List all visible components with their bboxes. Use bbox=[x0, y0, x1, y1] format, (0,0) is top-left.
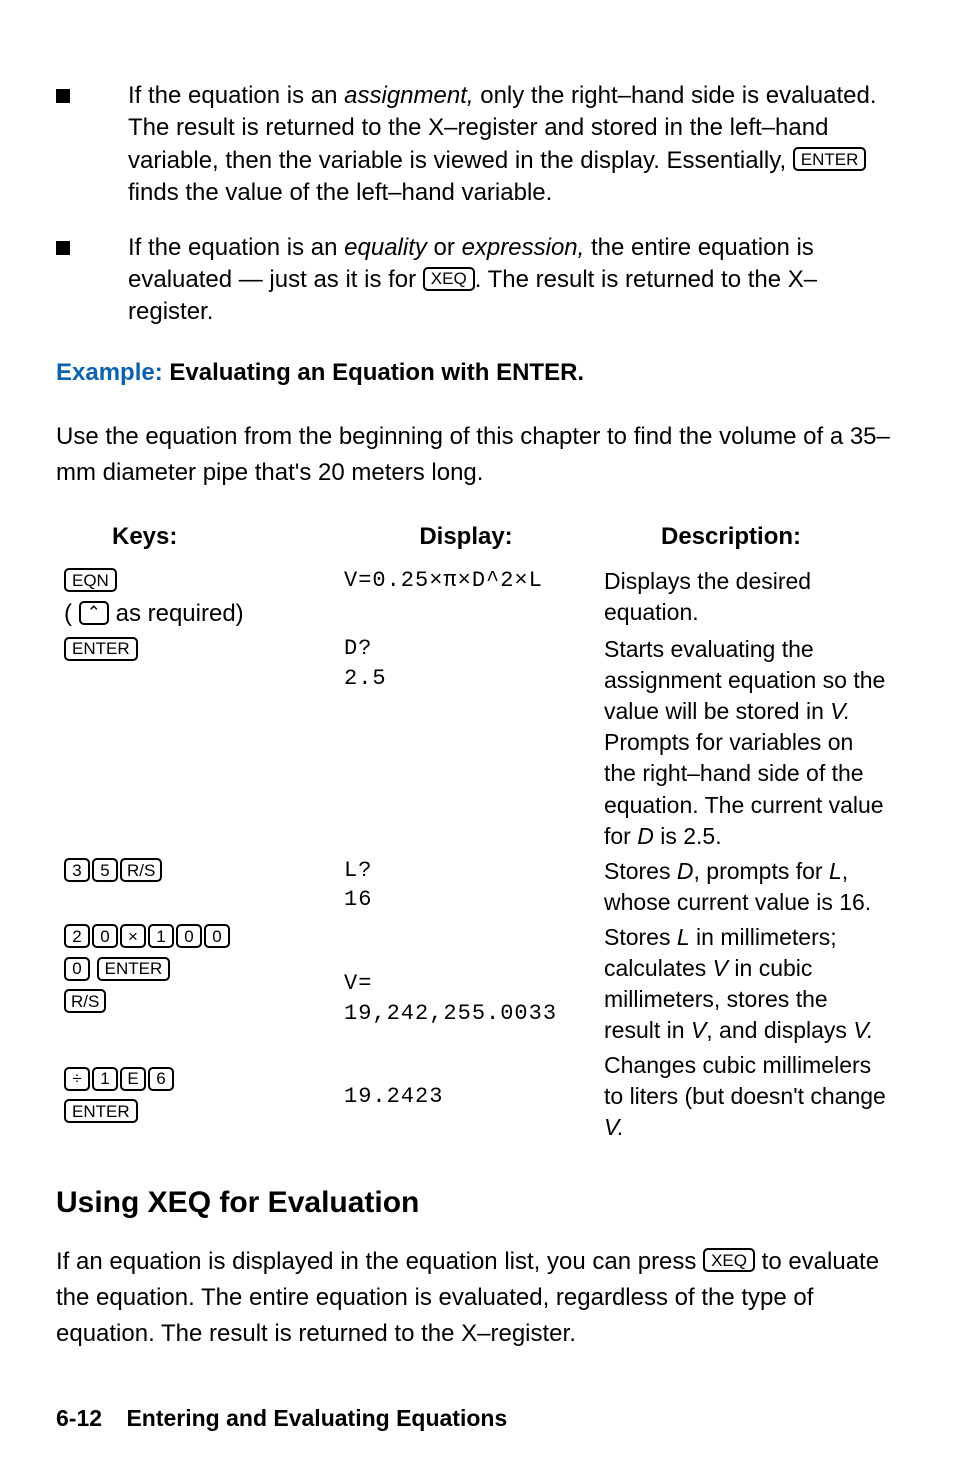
text: If the equation is an bbox=[128, 234, 344, 261]
table-row: 35R/S L? 16 Stores D, prompts for L, who… bbox=[56, 854, 898, 920]
enter-key-icon: ENTER bbox=[64, 1099, 138, 1123]
table-row: 20×100 0 ENTER R/S V= 19,242,255.0033 St… bbox=[56, 920, 898, 1048]
display-cell: D? 2.5 bbox=[336, 632, 596, 853]
rs-key-icon: R/S bbox=[64, 989, 106, 1013]
table-row: EQN ( ⌃ as required) V=0.25×π×D^2×L Disp… bbox=[56, 564, 898, 633]
italic-text: V. bbox=[604, 1114, 624, 1140]
example-label: Example: bbox=[56, 359, 163, 386]
italic-text: V bbox=[691, 1017, 706, 1043]
desc-cell: Starts evaluating the assignment equatio… bbox=[596, 632, 898, 853]
desc-cell: Displays the desired equation. bbox=[596, 564, 898, 633]
digit-key-icon: 0 bbox=[176, 924, 202, 948]
digit-key-icon: 3 bbox=[64, 858, 90, 882]
keys-cell: 35R/S bbox=[56, 854, 336, 920]
display-line: V= bbox=[344, 971, 372, 996]
col-display-header: Display: bbox=[336, 517, 596, 563]
page-footer: 6-12 Entering and Evaluating Equations bbox=[56, 1403, 507, 1434]
italic-text: equality bbox=[344, 234, 427, 261]
text: , and displays bbox=[706, 1017, 853, 1043]
desc-cell: Changes cubic millimelers to liters (but… bbox=[596, 1048, 898, 1145]
xeq-key-icon: XEQ bbox=[703, 1248, 755, 1272]
e-key-icon: E bbox=[120, 1067, 146, 1091]
col-keys-header: Keys: bbox=[56, 517, 336, 563]
intro-paragraph: Use the equation from the beginning of t… bbox=[56, 419, 898, 491]
digit-key-icon: 5 bbox=[92, 858, 118, 882]
enter-key-icon: ENTER bbox=[793, 147, 867, 171]
text: or bbox=[427, 234, 462, 261]
italic-text: L bbox=[829, 858, 842, 884]
digit-key-icon: 2 bbox=[64, 924, 90, 948]
digit-key-icon: 0 bbox=[64, 957, 90, 981]
text: Stores bbox=[604, 858, 677, 884]
text: is 2.5. bbox=[654, 823, 722, 849]
eqn-key-icon: EQN bbox=[64, 568, 117, 592]
caret-key-icon: ⌃ bbox=[79, 601, 109, 625]
display-line: 19,242,255.0033 bbox=[344, 1001, 557, 1026]
divide-key-icon: ÷ bbox=[64, 1067, 90, 1091]
xeq-key-icon: XEQ bbox=[423, 267, 475, 291]
display-line: 16 bbox=[344, 887, 372, 912]
italic-text: D bbox=[677, 858, 694, 884]
display-cell: 19.2423 bbox=[336, 1048, 596, 1145]
italic-text: V bbox=[713, 955, 728, 981]
steps-table: Keys: Display: Description: EQN ( ⌃ as r… bbox=[56, 517, 898, 1145]
digit-key-icon: 0 bbox=[92, 924, 118, 948]
times-key-icon: × bbox=[120, 924, 146, 948]
display-cell: L? 16 bbox=[336, 854, 596, 920]
text: If an equation is displayed in the equat… bbox=[56, 1248, 703, 1275]
bullet-item: If the equation is an equality or expres… bbox=[56, 232, 898, 329]
italic-text: assignment, bbox=[344, 82, 473, 109]
col-desc-header: Description: bbox=[596, 517, 898, 563]
italic-text: expression, bbox=[462, 234, 585, 261]
keys-cell: 20×100 0 ENTER R/S bbox=[56, 920, 336, 1048]
italic-text: D bbox=[637, 823, 654, 849]
bullet-list: If the equation is an assignment, only t… bbox=[56, 80, 898, 329]
bullet-item: If the equation is an assignment, only t… bbox=[56, 80, 898, 210]
text: finds the value of the left–hand variabl… bbox=[128, 179, 552, 206]
body-paragraph: If an equation is displayed in the equat… bbox=[56, 1244, 898, 1352]
display-line: D? bbox=[344, 636, 372, 661]
text: Stores bbox=[604, 924, 677, 950]
section-heading: Using XEQ for Evaluation bbox=[56, 1183, 898, 1224]
display-line: 19.2423 bbox=[344, 1084, 443, 1109]
digit-key-icon: 1 bbox=[92, 1067, 118, 1091]
text: , prompts for bbox=[694, 858, 829, 884]
page-number: 6-12 bbox=[56, 1405, 102, 1431]
display-line: L? bbox=[344, 858, 372, 883]
display-cell: V= 19,242,255.0033 bbox=[336, 920, 596, 1048]
desc-cell: Stores L in millimeters; calculates V in… bbox=[596, 920, 898, 1048]
text: Changes cubic millimelers to liters (but… bbox=[604, 1052, 886, 1109]
keys-cell: EQN ( ⌃ as required) bbox=[56, 564, 336, 633]
keys-cell: ÷1E6 ENTER bbox=[56, 1048, 336, 1145]
keys-cell: ENTER bbox=[56, 632, 336, 853]
rs-key-icon: R/S bbox=[120, 858, 162, 882]
table-row: ÷1E6 ENTER 19.2423 Changes cubic millime… bbox=[56, 1048, 898, 1145]
display-line: 2.5 bbox=[344, 666, 387, 691]
text: If the equation is an bbox=[128, 82, 344, 109]
enter-key-icon: ENTER bbox=[64, 637, 138, 661]
digit-key-icon: 1 bbox=[148, 924, 174, 948]
text: as required) bbox=[109, 600, 244, 627]
italic-text: V. bbox=[830, 698, 850, 724]
desc-cell: Stores D, prompts for L, whose current v… bbox=[596, 854, 898, 920]
example-heading: Example: Evaluating an Equation with ENT… bbox=[56, 357, 898, 389]
enter-key-icon: ENTER bbox=[97, 957, 171, 981]
example-title: Evaluating an Equation with ENTER. bbox=[163, 359, 584, 386]
display-cell: V=0.25×π×D^2×L bbox=[336, 564, 596, 633]
digit-key-icon: 0 bbox=[204, 924, 230, 948]
table-row: ENTER D? 2.5 Starts evaluating the assig… bbox=[56, 632, 898, 853]
italic-text: L bbox=[677, 924, 690, 950]
italic-text: V. bbox=[853, 1017, 873, 1043]
digit-key-icon: 6 bbox=[148, 1067, 174, 1091]
chapter-title: Entering and Evaluating Equations bbox=[126, 1405, 507, 1431]
